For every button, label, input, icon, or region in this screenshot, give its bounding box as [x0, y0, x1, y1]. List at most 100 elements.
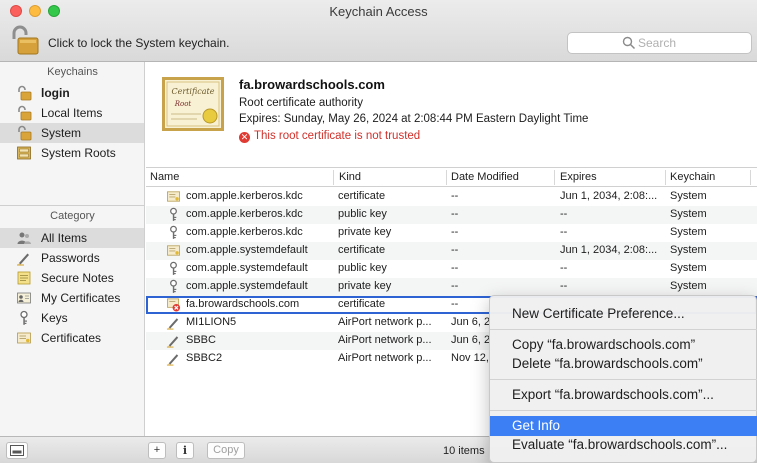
error-icon: ✕	[239, 132, 250, 143]
table-row[interactable]: com.apple.systemdefault private key -- -…	[146, 278, 757, 296]
sidebar-item-label: System	[41, 126, 82, 140]
cell-keychain: System	[670, 226, 707, 238]
table-row[interactable]: com.apple.systemdefault public key -- --…	[146, 260, 757, 278]
cell-expires: --	[560, 226, 568, 238]
keychains-header: Keychains	[47, 66, 98, 78]
lock-open-icon	[16, 125, 32, 141]
people-icon	[16, 230, 32, 246]
sidebar-item-label: System Roots	[41, 146, 116, 160]
cell-date-modified: --	[451, 262, 459, 274]
sidebar: Keychains login Local Items System Syste…	[0, 62, 145, 436]
pencil-icon	[166, 333, 181, 348]
cell-name: com.apple.systemdefault	[186, 262, 308, 274]
cell-date-modified: Jun 6, 2	[451, 334, 489, 346]
menu-item-copy[interactable]: Copy “fa.browardschools.com”	[490, 335, 757, 355]
sidebar-toggle-button[interactable]	[6, 442, 28, 459]
lock-open-icon	[16, 105, 32, 121]
column-header-kind[interactable]: Kind	[339, 171, 361, 183]
search-input[interactable]	[638, 35, 746, 51]
sidebar-item-label: login	[41, 86, 70, 100]
cell-kind: private key	[338, 226, 392, 238]
menu-item-evaluate[interactable]: Evaluate “fa.browardschools.com”...	[490, 435, 757, 455]
sidebar-item-passwords[interactable]: Passwords	[0, 248, 144, 268]
add-item-button[interactable]: +	[148, 442, 166, 459]
cell-kind: AirPort network p...	[338, 352, 432, 364]
sidebar-item-system[interactable]: System	[0, 123, 144, 143]
column-header-name[interactable]: Name	[150, 171, 179, 183]
cell-date-modified: --	[451, 208, 459, 220]
trust-warning: ✕ This root certificate is not trusted	[239, 130, 420, 143]
menu-item-get-info[interactable]: Get Info	[490, 416, 757, 436]
category-header: Category	[50, 210, 95, 222]
column-divider[interactable]	[333, 170, 334, 185]
sidebar-item-my-certificates[interactable]: My Certificates	[0, 288, 144, 308]
column-header-keychain[interactable]: Keychain	[670, 171, 715, 183]
column-divider[interactable]	[665, 170, 666, 185]
copy-button[interactable]: Copy	[207, 442, 245, 459]
key-icon	[166, 261, 181, 276]
cell-date-modified: --	[451, 226, 459, 238]
column-divider[interactable]	[446, 170, 447, 185]
lock-keychain-button[interactable]	[8, 24, 40, 56]
cell-date-modified: --	[451, 244, 459, 256]
sidebar-item-label: Certificates	[41, 331, 102, 345]
cell-kind: public key	[338, 208, 387, 220]
cell-date-modified: Nov 12,	[451, 352, 489, 364]
cell-name: com.apple.kerberos.kdc	[186, 208, 303, 220]
menu-separator	[490, 329, 757, 330]
column-header-expires[interactable]: Expires	[560, 171, 597, 183]
cell-expires: --	[560, 208, 568, 220]
cell-kind: public key	[338, 262, 387, 274]
cell-keychain: System	[670, 244, 707, 256]
table-header: Name Kind Date Modified Expires Keychain	[146, 168, 757, 187]
lock-open-icon	[16, 85, 32, 101]
cell-date-modified: --	[451, 190, 459, 202]
padlock-open-icon	[12, 25, 39, 55]
cell-kind: private key	[338, 280, 392, 292]
get-info-button[interactable]: i	[176, 442, 194, 459]
menu-item-export[interactable]: Export “fa.browardschools.com”...	[490, 385, 757, 405]
table-row[interactable]: com.apple.kerberos.kdc public key -- -- …	[146, 206, 757, 224]
cell-kind: certificate	[338, 298, 386, 310]
cell-keychain: System	[670, 262, 707, 274]
search-field[interactable]	[567, 32, 752, 54]
item-detail-panel: Certificate Root fa.browardschools.com R…	[146, 62, 757, 168]
cell-kind: AirPort network p...	[338, 334, 432, 346]
cell-kind: certificate	[338, 190, 386, 202]
sidebar-item-all-items[interactable]: All Items	[0, 228, 144, 248]
table-row[interactable]: com.apple.systemdefault certificate -- J…	[146, 242, 757, 260]
column-divider[interactable]	[750, 170, 751, 185]
sidebar-item-local-items[interactable]: Local Items	[0, 103, 144, 123]
cell-name: com.apple.systemdefault	[186, 244, 308, 256]
certificate-icon: Certificate Root	[162, 77, 224, 131]
certificate-icon	[16, 330, 32, 346]
sidebar-item-label: All Items	[41, 231, 88, 245]
cell-keychain: System	[670, 280, 707, 292]
cell-name: MI1LION5	[186, 316, 237, 328]
column-divider[interactable]	[554, 170, 555, 185]
cell-date-modified: --	[451, 280, 459, 292]
sidebar-item-system-roots[interactable]: System Roots	[0, 143, 144, 163]
cell-name: SBBC	[186, 334, 216, 346]
table-row[interactable]: com.apple.kerberos.kdc private key -- --…	[146, 224, 757, 242]
sidebar-item-label: My Certificates	[41, 291, 121, 305]
sidebar-item-secure-notes[interactable]: Secure Notes	[0, 268, 144, 288]
untrusted-certificate-icon	[166, 297, 181, 312]
cell-kind: certificate	[338, 244, 386, 256]
table-row[interactable]: com.apple.kerberos.kdc certificate -- Ju…	[146, 188, 757, 206]
menu-separator	[490, 379, 757, 380]
cell-name: SBBC2	[186, 352, 223, 364]
sidebar-item-label: Passwords	[41, 251, 100, 265]
column-header-date-modified[interactable]: Date Modified	[451, 171, 519, 183]
menu-item-delete[interactable]: Delete “fa.browardschools.com”	[490, 354, 757, 374]
sidebar-item-keys[interactable]: Keys	[0, 308, 144, 328]
menu-separator	[490, 410, 757, 411]
sidebar-item-label: Keys	[41, 311, 68, 325]
pencil-icon	[166, 315, 181, 330]
cell-expires: Jun 1, 2034, 2:08:...	[560, 190, 658, 202]
item-expires: Expires: Sunday, May 26, 2024 at 2:08:44…	[239, 113, 589, 125]
menu-item-new-certificate-preference[interactable]: New Certificate Preference...	[490, 304, 757, 324]
sidebar-item-login[interactable]: login	[0, 83, 144, 103]
window-title: Keychain Access	[329, 4, 428, 19]
sidebar-item-certificates[interactable]: Certificates	[0, 328, 144, 348]
